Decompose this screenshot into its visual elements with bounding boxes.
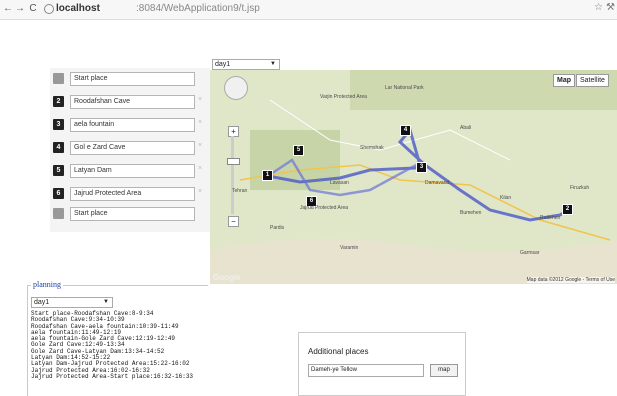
waypoint-input[interactable]: Jajrud Protected Area xyxy=(70,187,195,201)
chevron-down-icon: ▼ xyxy=(103,299,109,305)
waypoint-marker[interactable]: 3 xyxy=(53,119,64,130)
map-place-label: Shemshak xyxy=(360,145,384,151)
waypoint-input[interactable]: Latyan Dam xyxy=(70,164,195,178)
day-select[interactable]: day1 ▼ xyxy=(212,59,280,70)
waypoint-input[interactable]: Roodafshan Cave xyxy=(70,95,195,109)
map-place-label: Abali xyxy=(460,125,472,131)
pan-control[interactable] xyxy=(224,76,248,100)
waypoint-marker[interactable] xyxy=(53,73,64,84)
remove-waypoint-icon[interactable]: × xyxy=(198,142,202,149)
additional-places-title: Additional places xyxy=(308,347,369,356)
map-place-label: Varamin xyxy=(340,245,359,251)
map-place-label: Garmsar xyxy=(520,250,540,256)
waypoint-marker[interactable]: 5 xyxy=(53,165,64,176)
chevron-down-icon: ▼ xyxy=(270,61,276,67)
schedule-line: Jajrud Protected Area-Start place:16:32-… xyxy=(31,372,194,380)
map-place-label: Firuzkuh xyxy=(570,185,590,191)
waypoint-row: Start place xyxy=(53,72,211,86)
map-place-label: Rudehen xyxy=(540,215,561,221)
waypoint-input[interactable]: Start place xyxy=(70,72,195,86)
bookmark-star-icon[interactable]: ☆ xyxy=(594,2,603,13)
map-place-label: Varjin Protected Area xyxy=(320,94,367,100)
planning-legend: planning xyxy=(31,280,63,289)
address-path: :8084/WebApplication9/t.jsp xyxy=(136,3,260,14)
waypoint-marker[interactable]: 6 xyxy=(53,188,64,199)
waypoint-row: 4 Gol e Zard Cave × xyxy=(53,141,211,155)
route-map[interactable]: + − Map Satellite Google Map data ©2012 … xyxy=(210,70,617,284)
map-place-label: Lar National Park xyxy=(385,85,424,91)
zoom-slider-handle[interactable] xyxy=(227,158,240,165)
waypoint-marker[interactable]: 2 xyxy=(53,96,64,107)
address-host: localhost xyxy=(56,3,100,14)
reload-icon[interactable]: C xyxy=(28,3,38,15)
map-place-label: Lavasan xyxy=(330,180,349,186)
waypoint-input[interactable]: Gol e Zard Cave xyxy=(70,141,195,155)
map-place-label: Kilan xyxy=(500,195,512,201)
waypoint-marker[interactable]: 4 xyxy=(53,142,64,153)
planning-day-select[interactable]: day1 ▼ xyxy=(31,297,113,308)
map-marker[interactable]: 2 xyxy=(562,204,573,215)
map-marker[interactable]: 1 xyxy=(262,170,273,181)
map-place-label: Damavand xyxy=(425,180,450,186)
wrench-icon[interactable]: ⚒ xyxy=(606,2,615,13)
back-icon[interactable]: ← xyxy=(3,3,13,15)
address-bar[interactable]: localhost :8084/WebApplication9/t.jsp xyxy=(44,2,606,16)
waypoint-marker[interactable] xyxy=(53,208,64,219)
map-credit[interactable]: Map data ©2012 Google - Terms of Use xyxy=(526,277,615,283)
waypoint-row: 6 Jajrud Protected Area × xyxy=(53,187,211,201)
remove-waypoint-icon[interactable]: × xyxy=(198,119,202,126)
map-place-label: Bumehen xyxy=(460,210,482,216)
waypoint-row: 3 aela fountain × xyxy=(53,118,211,132)
waypoint-row: Start place xyxy=(53,207,211,221)
waypoint-row: 5 Latyan Dam × xyxy=(53,164,211,178)
day-select-value: day1 xyxy=(215,61,231,68)
map-button[interactable]: map xyxy=(430,364,458,377)
browser-toolbar: ← → C localhost :8084/WebApplication9/t.… xyxy=(0,0,617,20)
zoom-out-button[interactable]: − xyxy=(228,216,239,227)
zoom-slider[interactable] xyxy=(231,136,234,214)
map-marker[interactable]: 3 xyxy=(416,162,427,173)
planning-schedule: Start place-Roodafshan Cave:8-9:34 Roodaf… xyxy=(31,310,206,380)
map-place-label: Tehran xyxy=(232,188,248,194)
page-info-icon[interactable] xyxy=(44,4,54,14)
map-type-map-button[interactable]: Map xyxy=(553,74,575,87)
planning-day-value: day1 xyxy=(34,299,50,306)
forward-icon[interactable]: → xyxy=(15,3,25,15)
remove-waypoint-icon[interactable]: × xyxy=(198,96,202,103)
waypoint-input[interactable]: aela fountain xyxy=(70,118,195,132)
waypoint-input[interactable]: Start place xyxy=(70,207,195,221)
remove-waypoint-icon[interactable]: × xyxy=(198,165,202,172)
map-type-satellite-button[interactable]: Satellite xyxy=(576,74,609,87)
map-marker[interactable]: 5 xyxy=(293,145,304,156)
remove-waypoint-icon[interactable]: × xyxy=(198,188,202,195)
waypoint-row: 2 Roodafshan Cave × xyxy=(53,95,211,109)
map-place-label: Jajrud Protected Area xyxy=(300,205,349,211)
place-search-input[interactable]: Dameh-ye Tellow xyxy=(308,364,424,377)
google-logo: Google xyxy=(213,273,241,282)
map-marker[interactable]: 4 xyxy=(400,125,411,136)
map-place-label: Pardis xyxy=(270,225,285,231)
